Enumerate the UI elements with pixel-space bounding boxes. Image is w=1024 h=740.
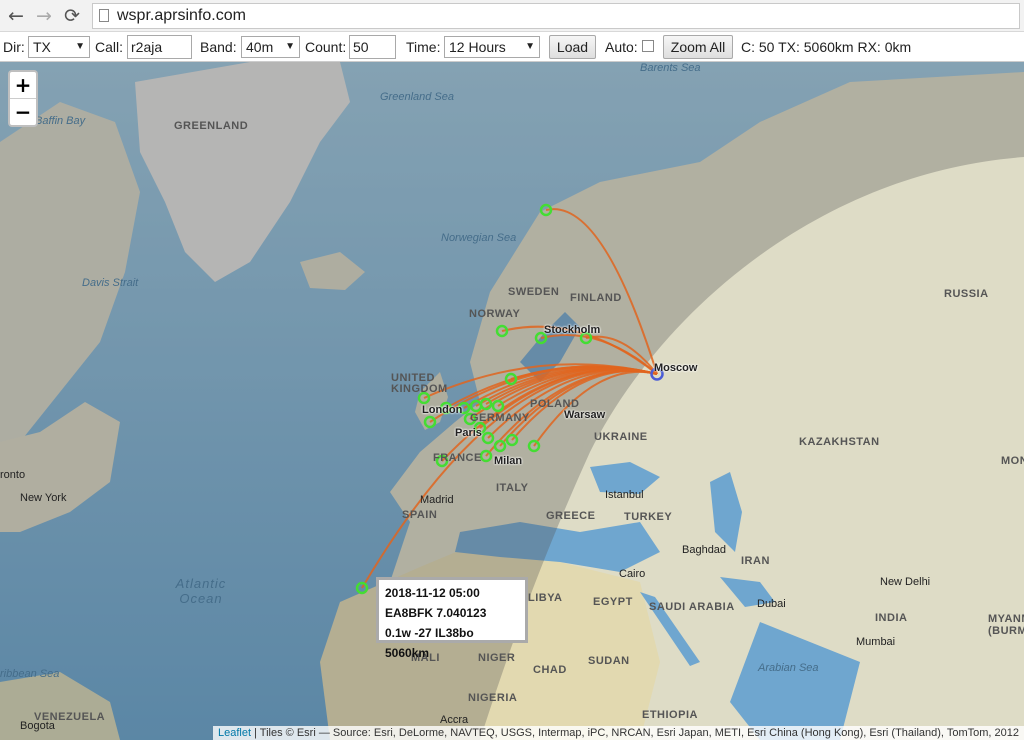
map-label-france: FRANCE [433, 452, 482, 464]
chevron-down-icon: ▼ [525, 41, 535, 52]
map-label-turkey: TURKEY [624, 511, 673, 523]
address-url: wspr.aprsinfo.com [117, 7, 246, 24]
attribution-text: | Tiles © Esri — Source: Esri, DeLorme, … [251, 727, 1019, 739]
map-label-arabian-sea: Arabian Sea [758, 662, 819, 674]
count-label: Count: [305, 39, 347, 55]
chevron-down-icon: ▼ [75, 41, 85, 52]
map-label-mongolia: MON [1001, 455, 1024, 467]
address-bar[interactable]: wspr.aprsinfo.com [92, 3, 1020, 29]
map-label-mumbai: Mumbai [856, 636, 896, 648]
map-label-nigeria: NIGERIA [468, 692, 518, 704]
count-input[interactable]: 50 [349, 35, 396, 59]
map-label-india: INDIA [875, 612, 908, 624]
map-label-cairo: Cairo [619, 568, 646, 580]
map-label-spain: SPAIN [402, 509, 438, 521]
map-label-moscow: Moscow [654, 362, 698, 374]
map-label-accra: Accra [440, 714, 469, 726]
map-label-barents-sea: Barents Sea [640, 62, 701, 74]
map-label-libya: LIBYA [528, 592, 563, 604]
map-label-madrid: Madrid [420, 494, 454, 506]
map-label-bogota: Bogota [20, 720, 55, 732]
map-attribution: Leaflet | Tiles © Esri — Source: Esri, D… [213, 726, 1024, 740]
map-label-norway: NORWAY [469, 308, 521, 320]
popup-power-snr-grid-dist: 0.1w -27 IL38bo 5060km [385, 626, 474, 660]
map-label-myanmar: MYANMAR (BURMA) [988, 613, 1024, 637]
time-label: Time: [406, 39, 441, 55]
page-icon [99, 9, 109, 22]
map-label-italy: ITALY [496, 482, 529, 494]
summary-text: C: 50 TX: 5060km RX: 0km [741, 39, 912, 55]
map-label-iran: IRAN [741, 555, 770, 567]
map-label-chad: CHAD [533, 664, 567, 676]
map-label-dubai: Dubai [757, 598, 786, 610]
map-label-greenland: GREENLAND [174, 120, 249, 132]
popup-datetime: 2018-11-12 05:00 [385, 586, 480, 600]
time-select[interactable]: 12 Hours ▼ [444, 36, 540, 58]
map-label-saudi-arabia: SAUDI ARABIA [649, 601, 735, 613]
map-label-london: London [422, 404, 463, 416]
zoom-all-button[interactable]: Zoom All [663, 35, 733, 59]
map-label-stockholm: Stockholm [544, 324, 601, 336]
map-label-baghdad: Baghdad [682, 544, 727, 556]
map-label-caribbean-sea: ribbean Sea [0, 668, 60, 680]
chevron-down-icon: ▼ [285, 41, 295, 52]
map-label-atlantic-ocean: Atlantic Ocean [175, 576, 227, 606]
map-label-kazakhstan: KAZAKHSTAN [799, 436, 880, 448]
map-label-norwegian-sea: Norwegian Sea [441, 232, 517, 244]
map-label-greece: GREECE [546, 510, 596, 522]
browser-toolbar: ← → ⟳ wspr.aprsinfo.com [0, 0, 1024, 32]
call-input[interactable]: r2aja [127, 35, 192, 59]
band-select[interactable]: 40m ▼ [241, 36, 300, 58]
map-label-baffin-bay: Baffin Bay [35, 115, 86, 127]
map-label-greenland-sea: Greenland Sea [380, 91, 454, 103]
map-label-new-delhi: New Delhi [880, 576, 931, 588]
leaflet-link[interactable]: Leaflet [218, 727, 251, 739]
popup-station-freq: EA8BFK 7.040123 [385, 606, 487, 620]
reload-icon[interactable]: ⟳ [62, 6, 82, 26]
band-label: Band: [200, 39, 237, 55]
auto-checkbox[interactable] [642, 40, 654, 52]
map-label-milan: Milan [494, 455, 523, 467]
load-button[interactable]: Load [549, 35, 596, 59]
map-label-finland: FINLAND [570, 292, 622, 304]
map-label-egypt: EGYPT [593, 596, 633, 608]
zoom-control: + − [8, 70, 38, 127]
auto-label: Auto: [605, 39, 638, 55]
zoom-out-button[interactable]: − [10, 99, 36, 125]
map-label-russia: RUSSIA [944, 288, 989, 300]
back-icon[interactable]: ← [6, 6, 26, 26]
map-label-warsaw: Warsaw [564, 409, 606, 421]
map-label-istanbul: Istanbul [605, 489, 644, 501]
map-label-germany: GERMANY [470, 412, 530, 424]
map-label-paris: Paris [455, 427, 482, 439]
map-label-sweden: SWEDEN [508, 286, 560, 298]
map-label-new-york: New York [20, 492, 67, 504]
zoom-in-button[interactable]: + [10, 72, 36, 99]
dir-select[interactable]: TX ▼ [28, 36, 90, 58]
forward-icon[interactable]: → [34, 6, 54, 26]
map-label-ukraine: UKRAINE [594, 431, 648, 443]
map-label-toronto: ronto [0, 469, 26, 481]
call-label: Call: [95, 39, 124, 55]
dir-label: Dir: [3, 39, 25, 55]
map-label-uk: UNITED KINGDOM [391, 372, 448, 395]
spot-popup: 2018-11-12 05:00 EA8BFK 7.040123 0.1w -2… [376, 577, 528, 660]
map-view[interactable]: Barents Sea Greenland Sea Baffin Bay Nor… [0, 62, 1024, 740]
map-label-ethiopia: ETHIOPIA [642, 709, 698, 721]
map-label-sudan: SUDAN [588, 655, 630, 667]
control-bar: Dir: TX ▼ Call: r2aja Band: 40m ▼ Count: 5… [0, 32, 1024, 62]
map-label-davis-strait: Davis Strait [82, 277, 139, 289]
